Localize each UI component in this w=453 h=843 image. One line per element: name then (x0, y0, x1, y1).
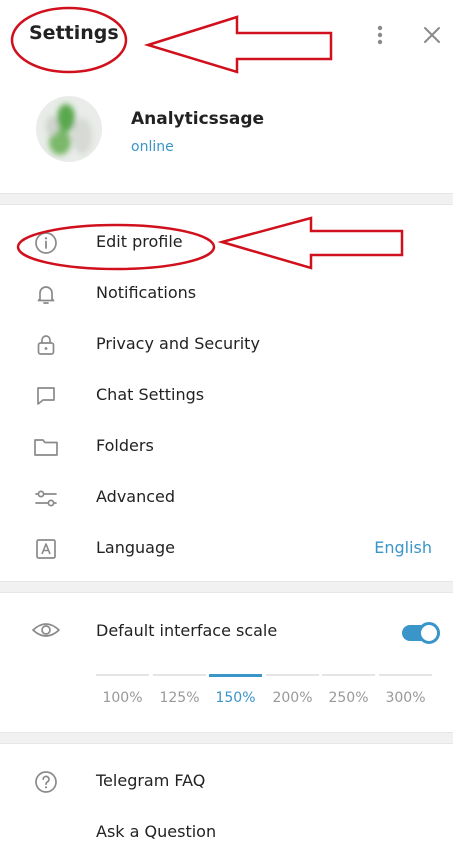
scale-option-125[interactable]: 125% (153, 672, 206, 712)
close-button[interactable] (420, 22, 444, 48)
interface-scale-label: Default interface scale (96, 621, 278, 640)
interface-scale-toggle[interactable] (402, 622, 440, 644)
menu-item-privacy-security[interactable]: Privacy and Security (0, 319, 453, 370)
scale-option-250[interactable]: 250% (322, 672, 375, 712)
language-value: English (374, 538, 432, 557)
toggle-knob (418, 622, 440, 644)
scale-option-label: 150% (215, 690, 256, 706)
scale-option-label: 200% (272, 690, 313, 706)
settings-header: Settings (0, 0, 453, 74)
scale-option-bar (266, 674, 319, 676)
section-divider (0, 193, 453, 205)
menu-item-label: Advanced (96, 487, 176, 506)
menu-item-ask-question[interactable]: Ask a Question (0, 807, 453, 843)
scale-option-label: 100% (102, 690, 143, 706)
profile-card[interactable]: Analyticssage online (0, 84, 453, 184)
profile-name: Analyticssage (131, 109, 265, 129)
scale-option-bar (153, 674, 206, 676)
scale-option-300[interactable]: 300% (379, 672, 432, 712)
scale-option-label: 250% (328, 690, 369, 706)
avatar (36, 96, 102, 162)
scale-option-label: 300% (385, 690, 426, 706)
question-circle-icon (32, 768, 60, 796)
menu-item-label: Privacy and Security (96, 334, 260, 353)
menu-item-telegram-faq[interactable]: Telegram FAQ (0, 756, 453, 807)
scale-option-label: 125% (159, 690, 200, 706)
scale-option-bar (209, 674, 262, 677)
scale-option-100[interactable]: 100% (96, 672, 149, 712)
menu-item-notifications[interactable]: Notifications (0, 268, 453, 319)
vertical-dots-icon (377, 25, 383, 45)
scale-option-bar (322, 674, 375, 676)
scale-option-bar (379, 674, 432, 676)
letter-a-icon (32, 535, 60, 563)
interface-scale-row[interactable]: Default interface scale (0, 606, 453, 657)
chat-bubble-icon (32, 382, 60, 410)
close-icon (424, 27, 440, 43)
scale-option-150[interactable]: 150% (209, 672, 262, 712)
sliders-icon (32, 484, 60, 512)
menu-item-label: Ask a Question (96, 822, 217, 841)
menu-item-edit-profile[interactable]: Edit profile (0, 217, 453, 268)
bell-icon (32, 280, 60, 308)
menu-item-label: Edit profile (96, 232, 183, 251)
menu-item-language[interactable]: Language English (0, 523, 453, 574)
menu-item-label: Telegram FAQ (96, 771, 206, 790)
page-title: Settings (29, 22, 119, 44)
menu-item-chat-settings[interactable]: Chat Settings (0, 370, 453, 421)
section-divider (0, 732, 453, 744)
menu-item-label: Folders (96, 436, 154, 455)
menu-item-label: Notifications (96, 283, 197, 302)
scale-option-bar (96, 674, 149, 676)
section-divider (0, 581, 453, 593)
scale-slider[interactable]: 100% 125% 150% 200% 250% 300% (96, 672, 436, 712)
menu-item-label: Chat Settings (96, 385, 205, 404)
folder-icon (32, 433, 60, 461)
scale-option-200[interactable]: 200% (266, 672, 319, 712)
menu-item-label: Language (96, 538, 175, 557)
more-options-button[interactable] (368, 22, 392, 48)
lock-icon (32, 331, 60, 359)
eye-icon (30, 616, 62, 644)
menu-item-advanced[interactable]: Advanced (0, 472, 453, 523)
info-icon (32, 229, 60, 257)
menu-item-folders[interactable]: Folders (0, 421, 453, 472)
profile-status: online (131, 139, 174, 155)
